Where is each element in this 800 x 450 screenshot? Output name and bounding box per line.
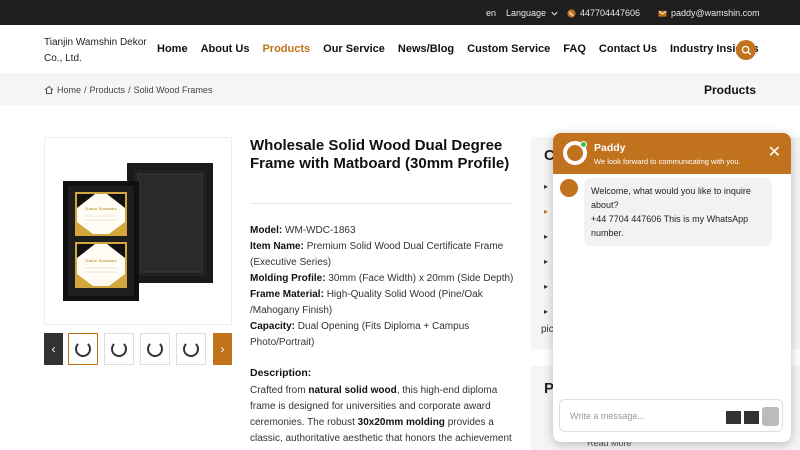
close-icon[interactable]: ✕ bbox=[768, 145, 781, 161]
loading-spinner-icon bbox=[75, 341, 91, 357]
mail-icon bbox=[658, 10, 667, 17]
chevron-left-icon: ‹ bbox=[51, 342, 56, 356]
description-bold: natural solid wood bbox=[308, 385, 397, 396]
nav-our-service[interactable]: Our Service bbox=[323, 43, 385, 55]
frame-product-picture: Name Surname Name Surname bbox=[63, 163, 213, 301]
nav-custom-service[interactable]: Custom Service bbox=[467, 43, 550, 55]
breadcrumb-products[interactable]: Products bbox=[90, 85, 126, 95]
sidebar-bullet[interactable]: ▸ bbox=[544, 307, 548, 316]
carousel-prev-button[interactable]: ‹ bbox=[44, 333, 63, 365]
product-main-image[interactable]: Name Surname Name Surname bbox=[44, 137, 232, 325]
spec-label: Capacity: bbox=[250, 321, 296, 332]
chevron-right-icon: › bbox=[220, 342, 225, 356]
spec-label: Molding Profile: bbox=[250, 273, 326, 284]
top-bar: en Language 447704447606 paddy@wamshin.c… bbox=[0, 0, 800, 25]
divider bbox=[250, 203, 512, 204]
description-part: Crafted from bbox=[250, 385, 309, 396]
spec-model: Model: WM-WDC-1863 bbox=[250, 223, 515, 239]
description-heading: Description: bbox=[250, 367, 312, 379]
sidebar-bullet[interactable]: ▸ bbox=[544, 232, 548, 241]
nav-contact-us[interactable]: Contact Us bbox=[599, 43, 657, 55]
chat-message-line: +44 7704 447606 This is my WhatsApp numb… bbox=[591, 214, 749, 238]
email-contact[interactable]: paddy@wamshin.com bbox=[658, 8, 760, 18]
spec-value: WM-WDC-1863 bbox=[285, 225, 356, 236]
sidebar-text-fragment: pic bbox=[541, 324, 554, 335]
attach-button[interactable] bbox=[744, 411, 759, 424]
description-bold: 30x20mm molding bbox=[357, 417, 445, 428]
nav-faq[interactable]: FAQ bbox=[563, 43, 586, 55]
chat-widget: Paddy We look forward to communicating w… bbox=[553, 133, 791, 442]
loading-spinner-icon bbox=[147, 341, 163, 357]
thumbnail-1[interactable] bbox=[68, 333, 98, 365]
sidebar-bullet[interactable]: ▸ bbox=[544, 182, 548, 191]
certificate-name: Name Surname bbox=[85, 258, 117, 263]
loading-spinner-icon bbox=[111, 341, 127, 357]
search-button[interactable] bbox=[736, 40, 756, 60]
agent-name: Paddy bbox=[594, 142, 626, 154]
agent-subtitle: We look forward to communicating with yo… bbox=[594, 157, 741, 166]
language-selector[interactable]: Language bbox=[506, 8, 559, 18]
breadcrumb-bar: Home / Products / Solid Wood Frames Prod… bbox=[0, 75, 800, 105]
message-avatar bbox=[560, 179, 578, 197]
nav-home[interactable]: Home bbox=[157, 43, 188, 55]
language-code[interactable]: en bbox=[486, 8, 496, 18]
spec-molding-profile: Molding Profile: 30mm (Face Width) x 20m… bbox=[250, 271, 515, 287]
spec-capacity: Capacity: Dual Opening (Fits Diploma + C… bbox=[250, 319, 515, 351]
chat-input-placeholder: Write a message... bbox=[570, 411, 645, 421]
spec-label: Item Name: bbox=[250, 241, 304, 252]
spec-label: Model: bbox=[250, 225, 283, 236]
certificate-name: Name Surname bbox=[85, 206, 117, 211]
spec-value: 30mm (Face Width) x 20mm (Side Depth) bbox=[328, 273, 514, 284]
page-title: Products bbox=[703, 83, 756, 97]
home-icon bbox=[44, 85, 54, 94]
chat-message-line: Welcome, what would you like to inquire … bbox=[591, 186, 751, 210]
search-icon bbox=[741, 45, 751, 55]
thumbnail-3[interactable] bbox=[140, 333, 170, 365]
chat-header: Paddy We look forward to communicating w… bbox=[553, 133, 791, 174]
loading-spinner-icon bbox=[183, 341, 199, 357]
breadcrumb: Home / Products / Solid Wood Frames bbox=[44, 85, 212, 95]
carousel-next-button[interactable]: › bbox=[213, 333, 232, 365]
product-specs: Model: WM-WDC-1863 Item Name: Premium So… bbox=[250, 223, 515, 351]
thumbnail-carousel: ‹ › bbox=[44, 333, 232, 365]
chevron-down-icon bbox=[551, 11, 558, 16]
nav-news-blog[interactable]: News/Blog bbox=[398, 43, 454, 55]
language-label: Language bbox=[506, 8, 547, 18]
site-header: Tianjin Wamshin Dekor Co., Ltd. Home Abo… bbox=[0, 25, 800, 75]
main-nav: Home About Us Products Our Service News/… bbox=[157, 43, 772, 55]
spec-item-name: Item Name: Premium Solid Wood Dual Certi… bbox=[250, 239, 515, 271]
chat-message-input[interactable]: Write a message... bbox=[559, 399, 783, 432]
emoji-button[interactable] bbox=[726, 411, 741, 424]
thumbnail-2[interactable] bbox=[104, 333, 134, 365]
product-title: Wholesale Solid Wood Dual Degree Frame w… bbox=[250, 137, 510, 172]
breadcrumb-separator: / bbox=[84, 85, 87, 95]
breadcrumb-separator: / bbox=[128, 85, 131, 95]
breadcrumb-current[interactable]: Solid Wood Frames bbox=[134, 85, 213, 95]
nav-products[interactable]: Products bbox=[262, 43, 310, 55]
agent-avatar bbox=[563, 141, 587, 165]
spec-label: Frame Material: bbox=[250, 289, 324, 300]
sidebar-bullet[interactable]: ▸ bbox=[544, 207, 548, 216]
phone-contact[interactable]: 447704447606 bbox=[567, 8, 640, 18]
nav-about-us[interactable]: About Us bbox=[201, 43, 250, 55]
online-status-icon bbox=[580, 141, 587, 148]
send-button[interactable] bbox=[762, 407, 779, 426]
phone-number: 447704447606 bbox=[580, 8, 641, 18]
breadcrumb-home[interactable]: Home bbox=[57, 85, 81, 95]
thumbnail-4[interactable] bbox=[176, 333, 206, 365]
sidebar-bullet[interactable]: ▸ bbox=[544, 257, 548, 266]
phone-icon bbox=[567, 8, 576, 18]
chat-message: Welcome, what would you like to inquire … bbox=[584, 178, 772, 246]
description-text: Crafted from natural solid wood, this hi… bbox=[250, 383, 515, 447]
sidebar-bullet[interactable]: ▸ bbox=[544, 282, 548, 291]
company-logo-text[interactable]: Tianjin Wamshin Dekor Co., Ltd. bbox=[44, 35, 154, 67]
spec-frame-material: Frame Material: High-Quality Solid Wood … bbox=[250, 287, 515, 319]
email-address: paddy@wamshin.com bbox=[671, 8, 760, 18]
